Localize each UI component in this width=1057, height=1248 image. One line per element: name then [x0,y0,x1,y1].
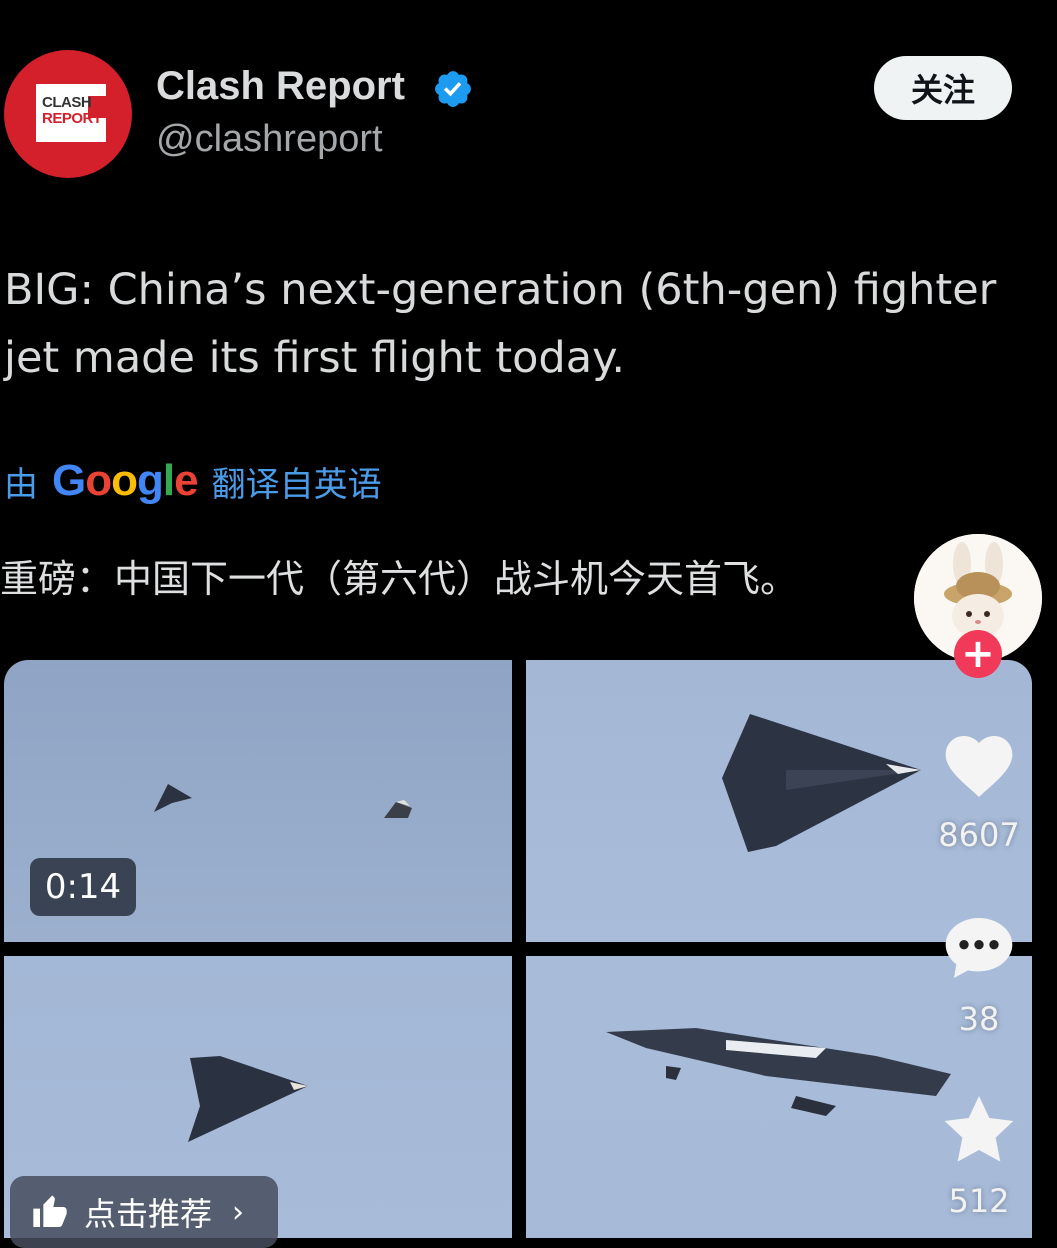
comment-icon[interactable] [934,908,1024,988]
translated-from-label: 翻译自英语 [211,464,382,505]
comment-count: 38 [958,1000,1000,1038]
google-logo: Google [52,456,199,505]
recommend-button[interactable]: 点击推荐 › [10,1176,278,1248]
tweet-text: BIG: China’s next-generation (6th-gen) f… [4,265,997,383]
follow-button[interactable]: 关注 [874,56,1012,120]
account-avatar[interactable]: CLASH REPORT [4,50,132,178]
translate-by-label: 由 [4,464,38,505]
recommend-label: 点击推荐 [84,1195,213,1233]
thumbs-up-icon [33,1195,67,1227]
follow-creator-button[interactable]: + [954,630,1002,678]
star-icon[interactable] [934,1090,1024,1170]
video-duration-badge: 0:14 [30,858,136,916]
favorite-count: 512 [948,1182,1010,1220]
chevron-right-icon: › [232,1194,245,1230]
account-handle[interactable]: @clashreport [156,118,383,161]
like-count: 8607 [938,816,1020,854]
verified-badge-icon [435,71,471,107]
avatar-logo-text-1: CLASH [42,94,92,111]
account-name[interactable]: Clash Report [156,64,405,109]
translation-attribution[interactable]: 由 Google 翻译自英语 [4,455,382,507]
translated-text: 重磅：中国下一代（第六代）战斗机今天首飞。 [0,557,799,601]
heart-icon[interactable] [934,726,1024,806]
avatar-logo-text-2: REPORT [42,110,102,127]
